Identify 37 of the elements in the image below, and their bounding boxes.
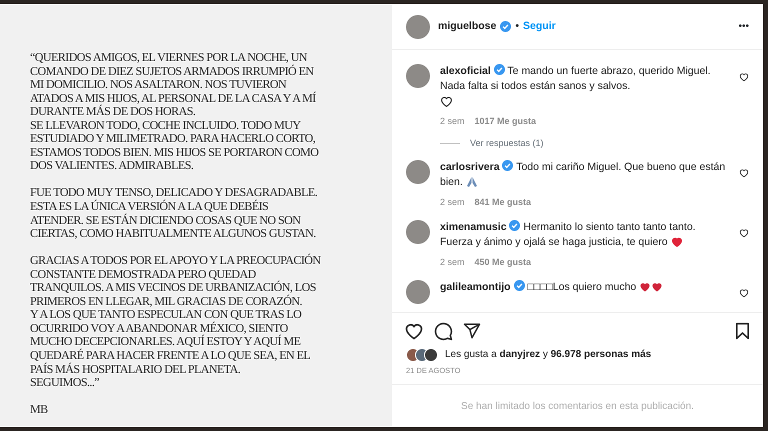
more-button[interactable]: •••	[738, 22, 749, 32]
comment-text: galileamontijo □□□□Los quiero mucho	[440, 280, 729, 295]
like-count: 841 Me gusta	[474, 196, 532, 209]
like-button[interactable]	[739, 168, 749, 178]
comment-age: 2 sem	[440, 115, 465, 128]
post-text: GRACIAS A TODOS POR EL APOYO Y LA PREOCUPACIÓN CONSTANTE DEMOSTRADA PERO QUEDAD TRANQUILOS. A MIS VECINOS DE URBANIZACIÓN, LOS PRIMEROS EN LLEGAR, MIL GRACIAS DE CORAZÓN. Y A LOS QUE TANTO ESPECULAN CON QUE TRAS LO OCURRIDO VOY A ABANDONAR MÉXICO, SIENTO MUCHO DECEPCIONARLES. AQUÍ ESTOY Y AQUÍ ME QUEDARÉ PARA HACER FRENTE A LO QUE SEA, EN EL PAÍS MÁS HOSPITALARIO DEL PLANETA. SEGUIMOS...”	[30, 254, 321, 390]
share-icon[interactable]	[463, 322, 481, 340]
like-button[interactable]	[739, 288, 749, 298]
username-link[interactable]: miguelbose	[438, 18, 496, 34]
likes-text: Les gusta a danyjrez y 96.978 personas más	[445, 348, 652, 362]
avatar	[406, 160, 430, 184]
post-text: MB	[30, 403, 48, 417]
post-text: “QUERIDOS AMIGOS, EL VIERNES POR LA NOCHE, UN COMANDO DE DIEZ SUJETOS ARMADOS IRRUMPIÓ EN MI DOMICILIO. NOS ASALTARON. NOS TUVIERON ATADOS A MIS HIJOS, AL PERSONAL DE LA CASA Y A MÍ DURANTE MÁS DE DOS HORAS. SE LLEVARON TODO, COCHE INCLUIDO. TODO MUY ESTUDIADO Y MILIMETRADO. PARA HACERLO CORTO, ESTAMOS TODOS BIEN. MIS HIJOS SE PORTARON COMO DOS VALIENTES. ADMIRABLES.	[30, 51, 318, 173]
like-count: 450 Me gusta	[474, 256, 532, 269]
heart-icon	[670, 236, 683, 248]
avatar	[406, 14, 430, 38]
like-count: 1017 Me gusta	[474, 115, 536, 128]
like-button[interactable]	[739, 72, 749, 82]
comment-age: 2 sem	[440, 256, 465, 269]
comment-icon[interactable]	[434, 322, 453, 340]
like-button[interactable]	[739, 228, 749, 238]
heart-icon	[440, 94, 453, 108]
comment-text: ximenamusic Hermanito lo siento tanto tanto tanto. Fuerza y ánimo y ojalá se haga justicia, te quiero	[440, 220, 697, 250]
view-replies-button[interactable]: Ver respuestas (1)	[470, 139, 544, 148]
avatar	[406, 64, 430, 88]
avatar	[406, 280, 430, 304]
avatar	[406, 220, 430, 244]
comment-text: carlosrivera Todo mi cariño Miguel. Que bueno que están bien.	[440, 160, 726, 190]
separator: •	[515, 18, 520, 34]
bookmark-icon[interactable]	[734, 322, 751, 340]
post-text: FUE TODO MUY TENSO, DELICADO Y DESAGRADABLE. ESTA ES LA ÚNICA VERSIÓN A LA QUE DEBÉIS ATENDER. SE ESTÁN DICIENDO COSAS QUE NO SON CIERTAS, COMO HABITUALMENTE ALGUNOS GUSTAN.	[30, 186, 318, 241]
comments-limited-notice: Se han limitado los comentarios en esta publicación.	[461, 400, 694, 414]
praying-hands-icon	[466, 176, 478, 188]
hearts-icon	[639, 281, 664, 294]
like-button[interactable]	[404, 321, 424, 341]
comment-text: alexoficial Te mando un fuerte abrazo, querido Miguel. Nada falta si todos están sanos y salvos.	[440, 64, 712, 94]
comment-age: 2 sem	[440, 196, 465, 209]
